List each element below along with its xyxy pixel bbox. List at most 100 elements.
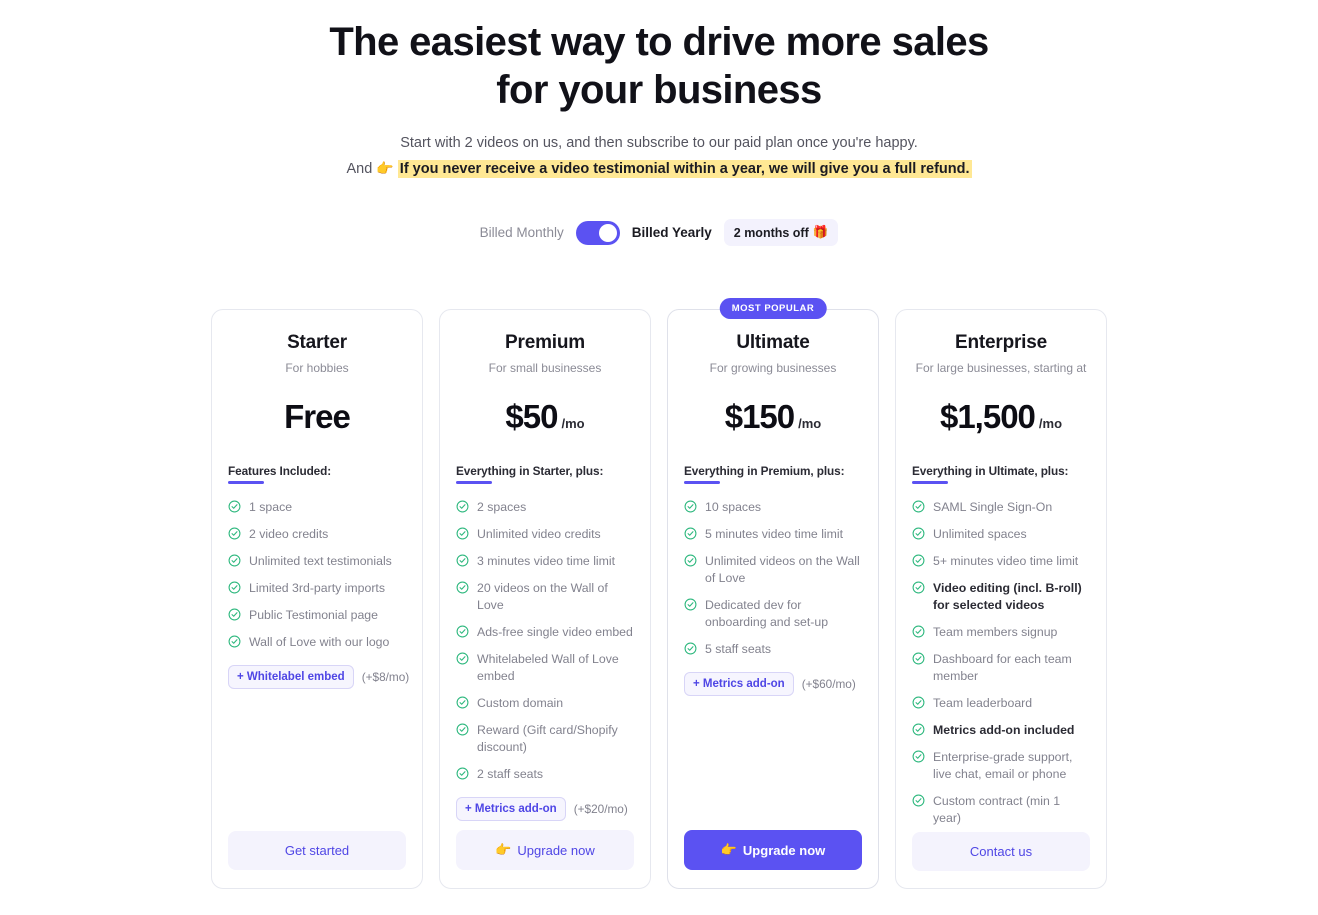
page-title-line2: for your business	[496, 68, 822, 112]
cta-button-label: Contact us	[969, 844, 1033, 859]
check-circle-icon	[684, 500, 697, 513]
feature-item: 5 staff seats	[684, 636, 862, 663]
feature-label: Enterprise-grade support, live chat, ema…	[933, 750, 1073, 781]
feature-list: 1 space 2 video credits Unlimited text tes…	[228, 494, 406, 656]
feature-item: Reward (Gift card/Shopify discount)	[456, 717, 634, 761]
feature-label: 20 videos on the Wall of Love	[477, 581, 608, 612]
feature-label: Video editing (incl. B-roll) for selecte…	[933, 581, 1082, 612]
hero-subtitle: Start with 2 videos on us, and then subs…	[0, 132, 1318, 181]
feature-label: 3 minutes video time limit	[477, 554, 616, 568]
page-title-line1: The easiest way to drive more sales	[329, 20, 989, 64]
check-circle-icon	[228, 635, 241, 648]
feature-item: Wall of Love with our logo	[228, 629, 406, 656]
page-title: The easiest way to drive more sales for …	[0, 18, 1318, 114]
feature-item: 1 space	[228, 494, 406, 521]
addon-price: (+$8/mo)	[361, 670, 410, 684]
addon-price: (+$20/mo)	[573, 802, 628, 816]
addon-row: + Metrics add-on (+$60/mo)	[684, 669, 862, 699]
check-circle-icon	[912, 527, 925, 540]
cta-wrapper: 👉 Upgrade now	[456, 830, 634, 870]
feature-item: Limited 3rd-party imports	[228, 575, 406, 602]
cta-button-label: Upgrade now	[742, 842, 826, 858]
feature-label: Metrics add-on included	[933, 723, 1075, 737]
feature-item: 2 video credits	[228, 521, 406, 548]
check-circle-icon	[456, 527, 469, 540]
check-circle-icon	[456, 767, 469, 780]
addon-price: (+$60/mo)	[801, 677, 856, 691]
feature-item: Unlimited text testimonials	[228, 548, 406, 575]
feature-item: 5 minutes video time limit	[684, 521, 862, 548]
feature-label: Unlimited videos on the Wall of Love	[705, 554, 860, 585]
feature-label: Team leaderboard	[933, 696, 1033, 710]
cta-button-premium[interactable]: 👉 Upgrade now	[456, 830, 634, 870]
plan-name: Starter	[287, 332, 347, 353]
check-circle-icon	[456, 500, 469, 513]
feature-item: Video editing (incl. B-roll) for selecte…	[912, 575, 1090, 619]
feature-item: 2 spaces	[456, 494, 634, 521]
discount-badge: 2 months off 🎁	[723, 219, 839, 246]
plan-price-row: Free	[228, 398, 406, 436]
plan-price: Free	[284, 398, 351, 435]
billing-yearly-label[interactable]: Billed Yearly	[632, 225, 712, 240]
feature-list: SAML Single Sign-On Unlimited spaces 5+ mi…	[912, 494, 1090, 832]
feature-label: 5 staff seats	[705, 642, 772, 656]
plan-price-row: $50/mo	[456, 398, 634, 436]
feature-label: Unlimited video credits	[477, 527, 601, 541]
addon-chip[interactable]: + Metrics add-on	[684, 672, 794, 696]
gift-icon: 🎁	[812, 225, 829, 239]
refund-guarantee-highlight: If you never receive a video testimonial…	[397, 160, 972, 178]
billing-monthly-label[interactable]: Billed Monthly	[480, 225, 564, 240]
feature-label: Team members signup	[933, 625, 1058, 639]
cta-button-label: Upgrade now	[517, 842, 595, 858]
check-circle-icon	[912, 794, 925, 807]
addon-chip[interactable]: + Metrics add-on	[456, 797, 566, 821]
features-heading: Everything in Premium, plus:	[684, 464, 862, 484]
feature-item: Team leaderboard	[912, 690, 1090, 717]
cta-button-starter[interactable]: Get started	[228, 831, 406, 870]
feature-item: Dedicated dev for onboarding and set-up	[684, 592, 862, 636]
feature-label: 5 minutes video time limit	[705, 527, 844, 541]
addon-chip[interactable]: + Whitelabel embed	[228, 665, 354, 689]
check-circle-icon	[456, 554, 469, 567]
hero-section: The easiest way to drive more sales for …	[0, 0, 1318, 181]
feature-item: SAML Single Sign-On	[912, 494, 1090, 521]
cta-button-enterprise[interactable]: Contact us	[912, 832, 1090, 871]
feature-item: Dashboard for each team member	[912, 646, 1090, 690]
plan-tagline: For large businesses, starting at	[915, 361, 1087, 375]
cta-button-ultimate[interactable]: 👉 Upgrade now	[684, 830, 862, 870]
check-circle-icon	[684, 598, 697, 611]
features-heading: Everything in Ultimate, plus:	[912, 464, 1090, 484]
hero-subtitle-line1: Start with 2 videos on us, and then subs…	[400, 135, 918, 151]
pricing-card-premium: Premium For small businesses $50/mo Everyth…	[439, 309, 651, 889]
plan-tagline: For growing businesses	[709, 361, 837, 375]
plan-price-period: /mo	[798, 416, 822, 431]
feature-item: Unlimited spaces	[912, 521, 1090, 548]
plan-price: $1,500	[939, 398, 1036, 435]
cta-wrapper: Get started	[228, 831, 406, 870]
pricing-card-ultimate: MOST POPULAR Ultimate For growing business…	[667, 298, 879, 889]
check-circle-icon	[228, 608, 241, 621]
feature-item: Custom contract (min 1 year)	[912, 788, 1090, 832]
feature-label: Ads-free single video embed	[477, 625, 633, 639]
pricing-page: The easiest way to drive more sales for …	[0, 0, 1318, 915]
toggle-knob	[598, 223, 617, 242]
feature-item: Enterprise-grade support, live chat, ema…	[912, 744, 1090, 788]
plan-tagline: For small businesses	[488, 361, 602, 375]
check-circle-icon	[456, 723, 469, 736]
feature-label: 10 spaces	[705, 500, 762, 514]
billing-period-toggle[interactable]	[575, 220, 620, 245]
heading-underline	[912, 481, 948, 484]
feature-label: Unlimited spaces	[933, 527, 1027, 541]
plan-price-period: /mo	[561, 416, 585, 431]
pricing-card-enterprise: Enterprise For large businesses, starting…	[895, 309, 1107, 889]
feature-label: Wall of Love with our logo	[249, 635, 390, 649]
addon-row: + Metrics add-on (+$20/mo)	[456, 794, 634, 824]
check-circle-icon	[228, 527, 241, 540]
hero-refund-prefix: And	[346, 161, 373, 177]
plan-price-row: $150/mo	[684, 398, 862, 436]
feature-item: Unlimited videos on the Wall of Love	[684, 548, 862, 592]
feature-label: 2 staff seats	[477, 767, 544, 781]
plan-price-row: $1,500/mo	[912, 398, 1090, 436]
check-circle-icon	[912, 625, 925, 638]
plan-price-period: /mo	[1038, 416, 1063, 431]
